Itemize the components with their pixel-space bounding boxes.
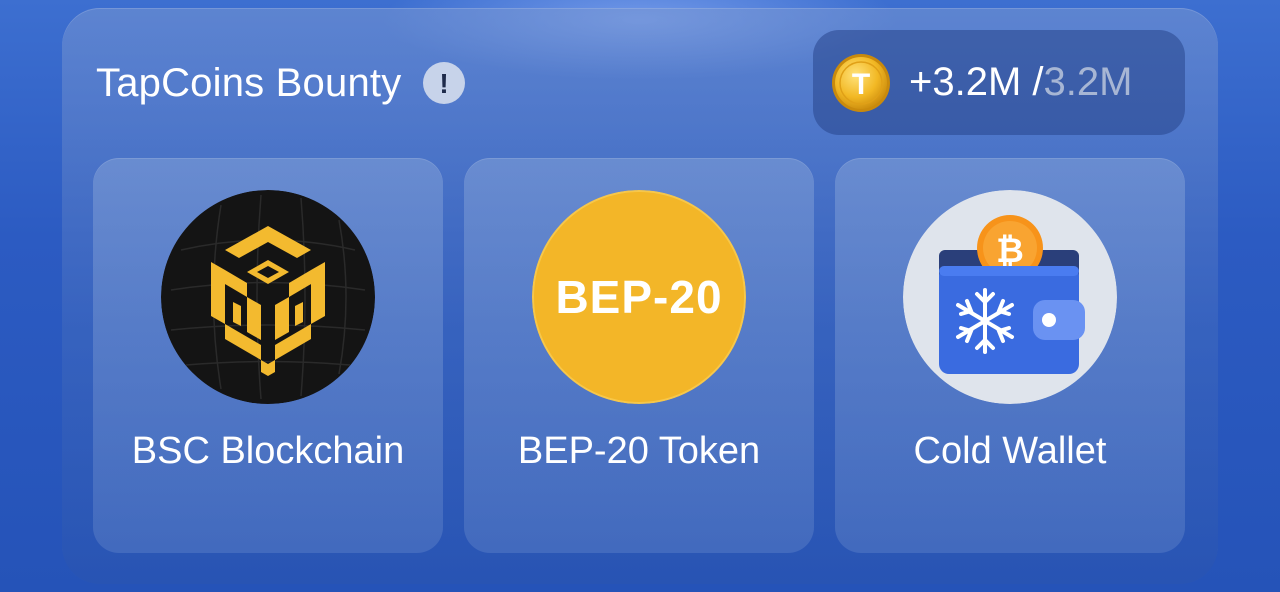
reward-pill: T +3.2M /3.2M — [813, 30, 1185, 135]
info-icon[interactable]: ! — [423, 62, 466, 104]
bep20-circle: BEP-20 — [532, 190, 746, 404]
card-cold-wallet[interactable]: ₿ Cold Wallet — [835, 158, 1185, 553]
card-label: Cold Wallet — [913, 430, 1107, 472]
reward-earned: +3.2M — [909, 60, 1022, 104]
bitcoin-icon: ₿ — [996, 231, 1024, 271]
card-label: BEP-20 Token — [517, 430, 761, 472]
header: TapCoins Bounty ! — [96, 58, 466, 108]
svg-text:T: T — [852, 68, 870, 101]
card-bep20-token[interactable]: BEP-20 BEP-20 Token — [464, 158, 814, 553]
bep20-icon: BEP-20 — [532, 190, 746, 404]
tapcoin-icon: T — [832, 53, 890, 112]
cold-wallet-icon: ₿ — [903, 190, 1117, 404]
card-label: BSC Blockchain — [131, 430, 405, 472]
svg-text:!: ! — [440, 68, 449, 99]
reward-amount: +3.2M /3.2M — [909, 60, 1132, 105]
card-bsc-blockchain[interactable]: BSC Blockchain — [93, 158, 443, 553]
bnb-chain-icon — [161, 190, 375, 404]
page-title: TapCoins Bounty — [96, 60, 402, 105]
bep20-icon-text: BEP-20 — [555, 271, 723, 323]
reward-separator: / — [1021, 60, 1044, 104]
reward-total: 3.2M — [1043, 60, 1133, 104]
